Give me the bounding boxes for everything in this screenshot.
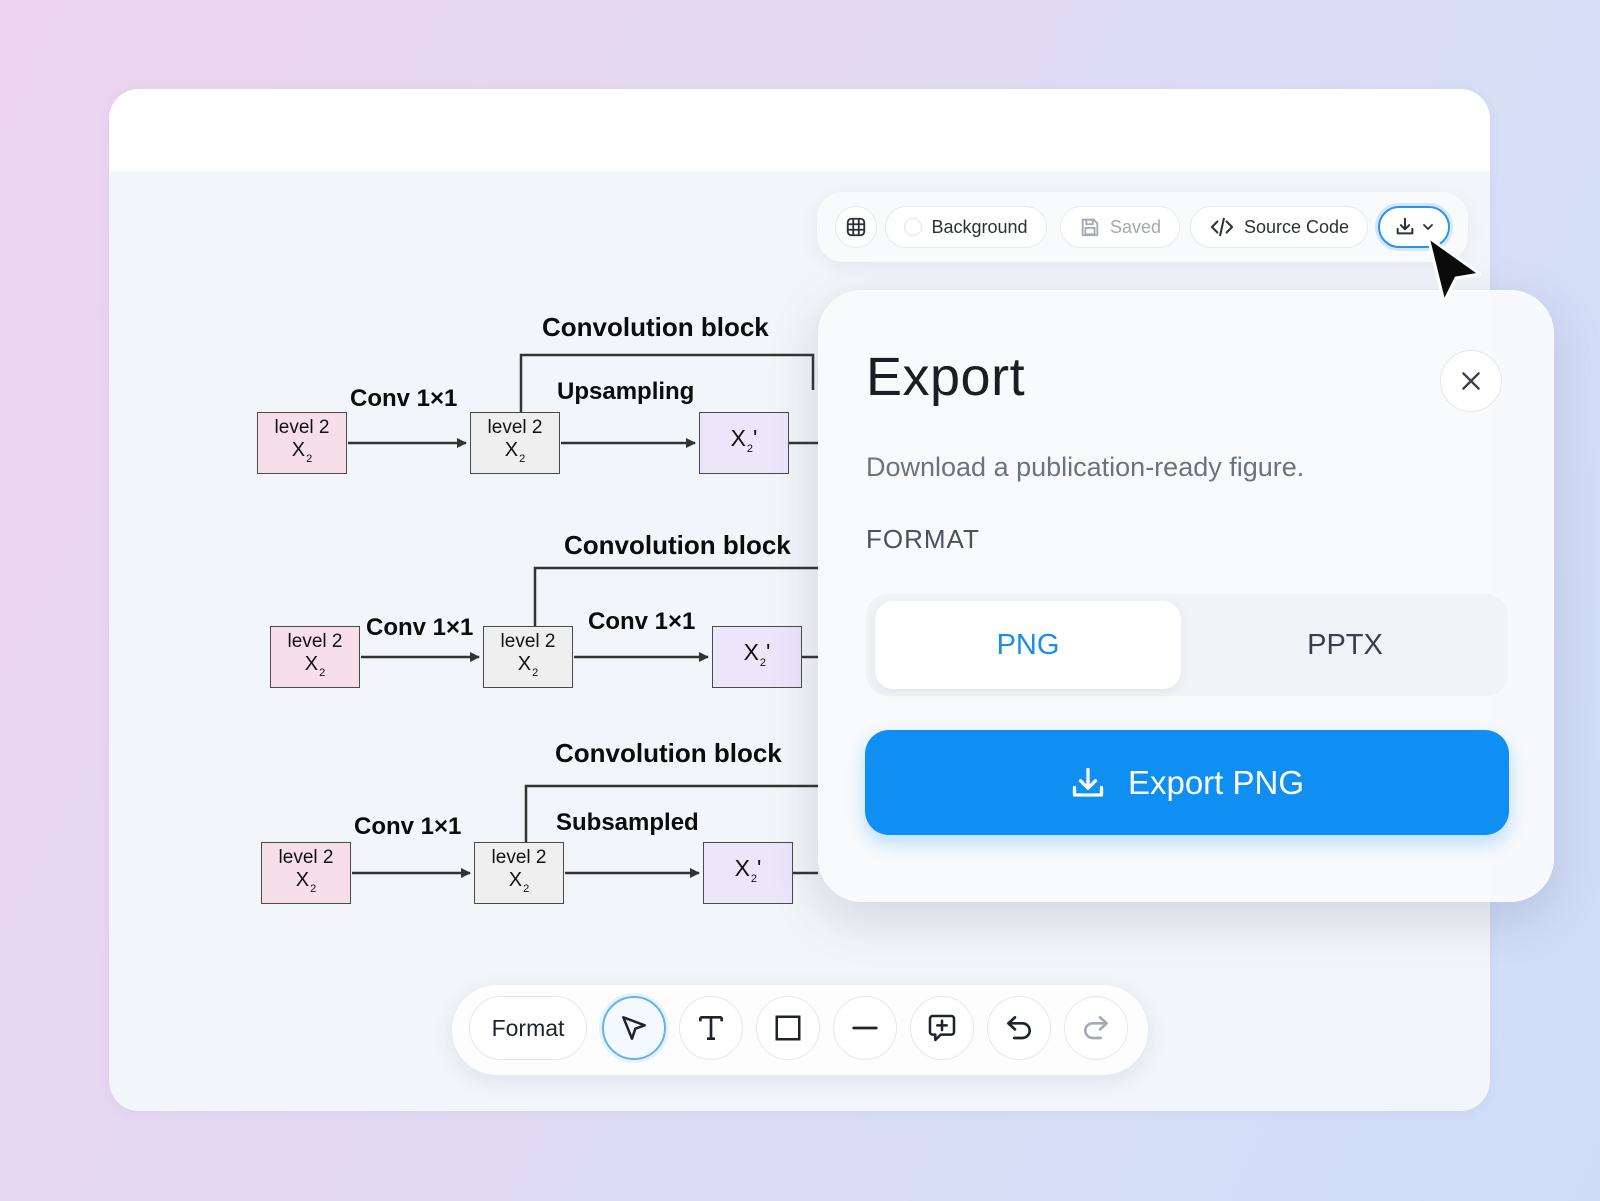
export-png-button[interactable]: Export PNG (865, 730, 1509, 835)
row2-output-box[interactable]: X2' (712, 626, 802, 688)
select-icon (622, 1016, 646, 1040)
box-symbol: X2 (295, 868, 317, 895)
row2-mid-box[interactable]: level 2 X2 (483, 626, 573, 688)
text-icon (699, 1016, 723, 1040)
close-icon (1462, 372, 1480, 390)
export-title: Export (866, 347, 1026, 407)
source-code-button[interactable]: Source Code (1190, 206, 1368, 248)
background-label: Background (931, 216, 1028, 237)
row1-mid-box[interactable]: level 2 X2 (470, 412, 560, 474)
row3-second-op-label[interactable]: Subsampled (556, 809, 699, 837)
add-comment-icon (928, 1014, 956, 1042)
rectangle-tool-button[interactable] (756, 996, 820, 1060)
line-icon (852, 1026, 878, 1030)
row1-block-label[interactable]: Convolution block (542, 312, 769, 343)
format-option-png[interactable]: PNG (875, 601, 1181, 689)
saved-label: Saved (1109, 216, 1162, 237)
top-toolbar: Background Saved Source Code (817, 192, 1468, 262)
export-description: Download a publication-ready figure. (866, 452, 1305, 482)
format-button[interactable]: Format (469, 996, 587, 1060)
box-symbol: X2 (291, 438, 313, 465)
row3-first-op-label[interactable]: Conv 1×1 (354, 813, 461, 841)
download-icon (1072, 767, 1104, 797)
row1-second-op-label[interactable]: Upsampling (557, 378, 694, 406)
redo-button[interactable] (1064, 996, 1128, 1060)
redo-icon (1084, 1016, 1108, 1040)
export-dialog: Export Download a publication-ready figu… (818, 290, 1554, 902)
box-label: level 2 (274, 416, 330, 438)
export-button-label: Export PNG (1127, 763, 1305, 801)
row1-first-op-label[interactable]: Conv 1×1 (350, 385, 457, 413)
row3-input-box[interactable]: level 2 X2 (261, 842, 351, 904)
select-tool-button[interactable] (602, 996, 666, 1060)
grid-icon (846, 217, 866, 237)
box-label: level 2 (287, 630, 343, 652)
row3-block-label[interactable]: Convolution block (555, 738, 782, 769)
saved-status-button[interactable]: Saved (1060, 206, 1180, 248)
line-tool-button[interactable] (833, 996, 897, 1060)
save-icon (1081, 218, 1099, 237)
download-icon (1396, 217, 1414, 235)
box-symbol: X2' (730, 424, 758, 455)
format-option-pptx[interactable]: PPTX (1192, 601, 1498, 689)
row2-first-op-label[interactable]: Conv 1×1 (366, 614, 473, 642)
format-selector: PNG PPTX (866, 594, 1508, 696)
code-icon (1210, 217, 1234, 237)
rectangle-icon (775, 1015, 801, 1041)
row3-output-box[interactable]: X2' (703, 842, 793, 904)
box-label: level 2 (491, 846, 547, 868)
row2-input-box[interactable]: level 2 X2 (270, 626, 360, 688)
box-symbol: X2' (743, 638, 771, 669)
box-label: level 2 (487, 416, 543, 438)
close-button[interactable] (1440, 350, 1502, 412)
grid-toggle-button[interactable] (835, 206, 877, 248)
background-swatch-icon (904, 218, 923, 236)
row1-input-box[interactable]: level 2 X2 (257, 412, 347, 474)
row2-block-label[interactable]: Convolution block (564, 530, 791, 561)
chevron-down-icon (1423, 224, 1433, 230)
box-symbol: X2 (517, 652, 539, 679)
undo-icon (1007, 1016, 1031, 1040)
text-tool-button[interactable] (679, 996, 743, 1060)
source-code-label: Source Code (1243, 216, 1350, 237)
add-comment-button[interactable] (910, 996, 974, 1060)
box-label: level 2 (500, 630, 556, 652)
row1-output-box[interactable]: X2' (699, 412, 789, 474)
bottom-toolbar: Format (452, 985, 1148, 1075)
background-toggle-button[interactable]: Background (885, 206, 1047, 248)
box-symbol: X2 (304, 652, 326, 679)
mouse-pointer-icon (1426, 235, 1482, 304)
row3-mid-box[interactable]: level 2 X2 (474, 842, 564, 904)
undo-button[interactable] (987, 996, 1051, 1060)
row2-second-op-label[interactable]: Conv 1×1 (588, 608, 695, 636)
box-symbol: X2 (504, 438, 526, 465)
box-symbol: X2 (508, 868, 530, 895)
box-label: level 2 (278, 846, 334, 868)
format-label: FORMAT (866, 524, 980, 554)
box-symbol: X2' (734, 854, 762, 885)
